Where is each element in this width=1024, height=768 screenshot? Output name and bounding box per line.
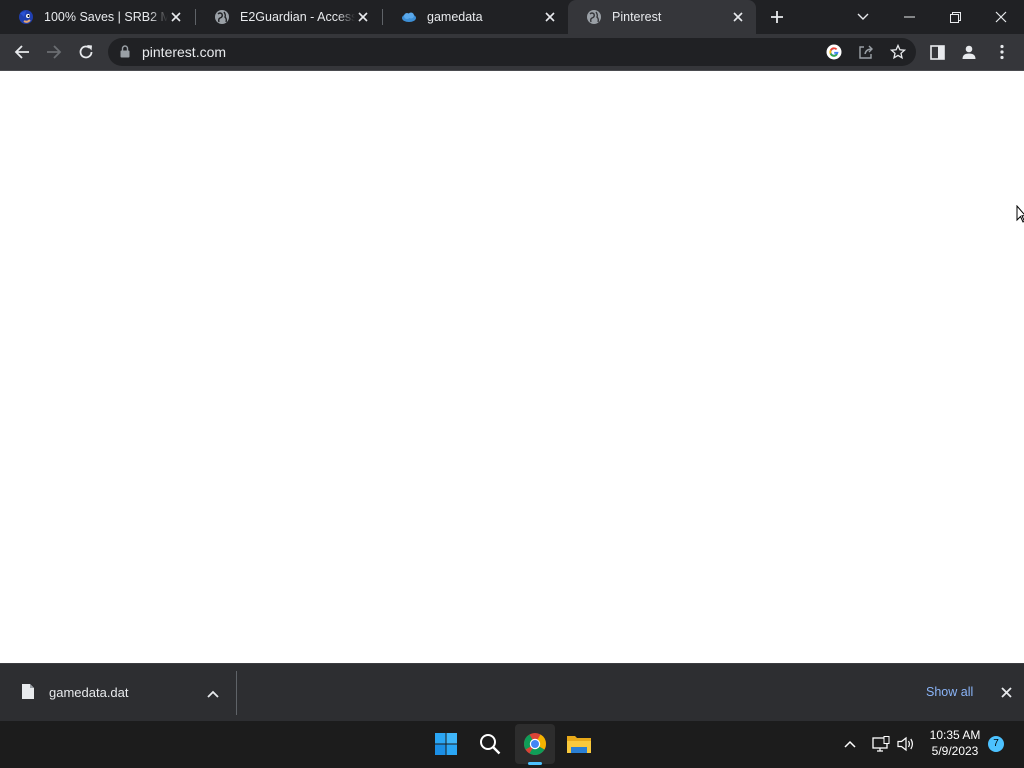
back-button[interactable]: [8, 38, 36, 66]
search-button[interactable]: [470, 724, 510, 764]
tab-pinterest[interactable]: Pinterest: [568, 0, 756, 34]
side-panel-button[interactable]: [923, 38, 951, 66]
tab-e2guardian[interactable]: E2Guardian - Access Denied: [196, 0, 381, 34]
sonic-favicon-icon: [18, 9, 34, 25]
active-app-indicator: [528, 762, 542, 765]
folder-icon: [567, 736, 591, 753]
minimize-button[interactable]: [886, 0, 932, 34]
tab-gamedata[interactable]: gamedata: [383, 0, 568, 34]
download-item[interactable]: gamedata.dat: [0, 664, 236, 722]
google-lens-icon[interactable]: [824, 42, 844, 62]
download-file-name: gamedata.dat: [49, 685, 129, 700]
tab-srb2-saves[interactable]: 100% Saves | SRB2 Message Board: [0, 0, 194, 34]
windows-logo-icon: [435, 733, 457, 755]
globe-icon: [586, 9, 602, 25]
mouse-cursor-icon: [1016, 204, 1024, 228]
notification-badge[interactable]: 7: [988, 736, 1004, 752]
chrome-taskbar-button[interactable]: [515, 724, 555, 764]
close-icon[interactable]: [355, 9, 371, 25]
arrow-left-icon: [14, 45, 29, 59]
network-icon[interactable]: [870, 733, 892, 755]
taskbar: 10:35 AM 5/9/2023 7: [0, 721, 1024, 768]
new-tab-button[interactable]: [766, 6, 788, 28]
show-all-button[interactable]: Show all: [914, 681, 986, 703]
close-icon: [995, 11, 1007, 23]
globe-icon: [214, 9, 230, 25]
page-content[interactable]: [0, 71, 1024, 663]
more-vertical-icon: [1000, 44, 1004, 60]
omnibox[interactable]: pinterest.com: [108, 38, 916, 66]
profile-button[interactable]: [955, 38, 983, 66]
tab-title: gamedata: [427, 10, 483, 24]
chevron-up-icon: [844, 740, 856, 748]
tab-title: Pinterest: [612, 10, 662, 24]
close-window-button[interactable]: [978, 0, 1024, 34]
minimize-icon: [903, 16, 915, 18]
browser-toolbar: pinterest.com: [0, 34, 1024, 71]
search-icon: [480, 734, 501, 755]
cloud-favicon-icon: [401, 9, 417, 25]
close-icon[interactable]: [542, 9, 558, 25]
close-icon[interactable]: [730, 9, 746, 25]
reload-button[interactable]: [72, 38, 100, 66]
restore-icon: [949, 11, 961, 23]
close-icon[interactable]: [168, 9, 184, 25]
menu-button[interactable]: [988, 38, 1016, 66]
lock-icon[interactable]: [120, 45, 130, 63]
file-icon: [22, 684, 34, 704]
restore-button[interactable]: [932, 0, 978, 34]
profile-icon: [962, 45, 976, 59]
clock-date: 5/9/2023: [931, 744, 979, 758]
download-separator: [236, 671, 237, 715]
download-shelf: gamedata.dat Show all: [0, 663, 1024, 722]
volume-icon[interactable]: [895, 733, 917, 755]
tab-title: E2Guardian - Access Denied: [240, 10, 355, 24]
chevron-up-icon[interactable]: [205, 686, 221, 702]
side-panel-icon: [929, 44, 945, 60]
reload-icon: [79, 45, 93, 59]
share-icon[interactable]: [856, 42, 876, 62]
tab-title: 100% Saves | SRB2 Message Board: [44, 10, 168, 24]
tab-strip: 100% Saves | SRB2 Message Board E2Guardi…: [0, 0, 1024, 34]
arrow-right-icon: [47, 45, 62, 59]
file-explorer-button[interactable]: [559, 724, 599, 764]
forward-button[interactable]: [40, 38, 68, 66]
show-hidden-icons-button[interactable]: [839, 733, 861, 755]
close-icon: [1000, 686, 1012, 698]
chevron-down-icon: [857, 13, 869, 20]
start-button[interactable]: [426, 724, 466, 764]
bookmark-star-icon[interactable]: [888, 42, 908, 62]
system-clock[interactable]: 10:35 AM 5/9/2023: [922, 727, 988, 759]
plus-icon: [771, 11, 783, 23]
clock-time: 10:35 AM: [929, 728, 981, 742]
chrome-icon: [524, 733, 546, 755]
url-text[interactable]: pinterest.com: [142, 44, 226, 60]
tab-search-button[interactable]: [840, 0, 886, 34]
close-shelf-button[interactable]: [997, 683, 1015, 701]
